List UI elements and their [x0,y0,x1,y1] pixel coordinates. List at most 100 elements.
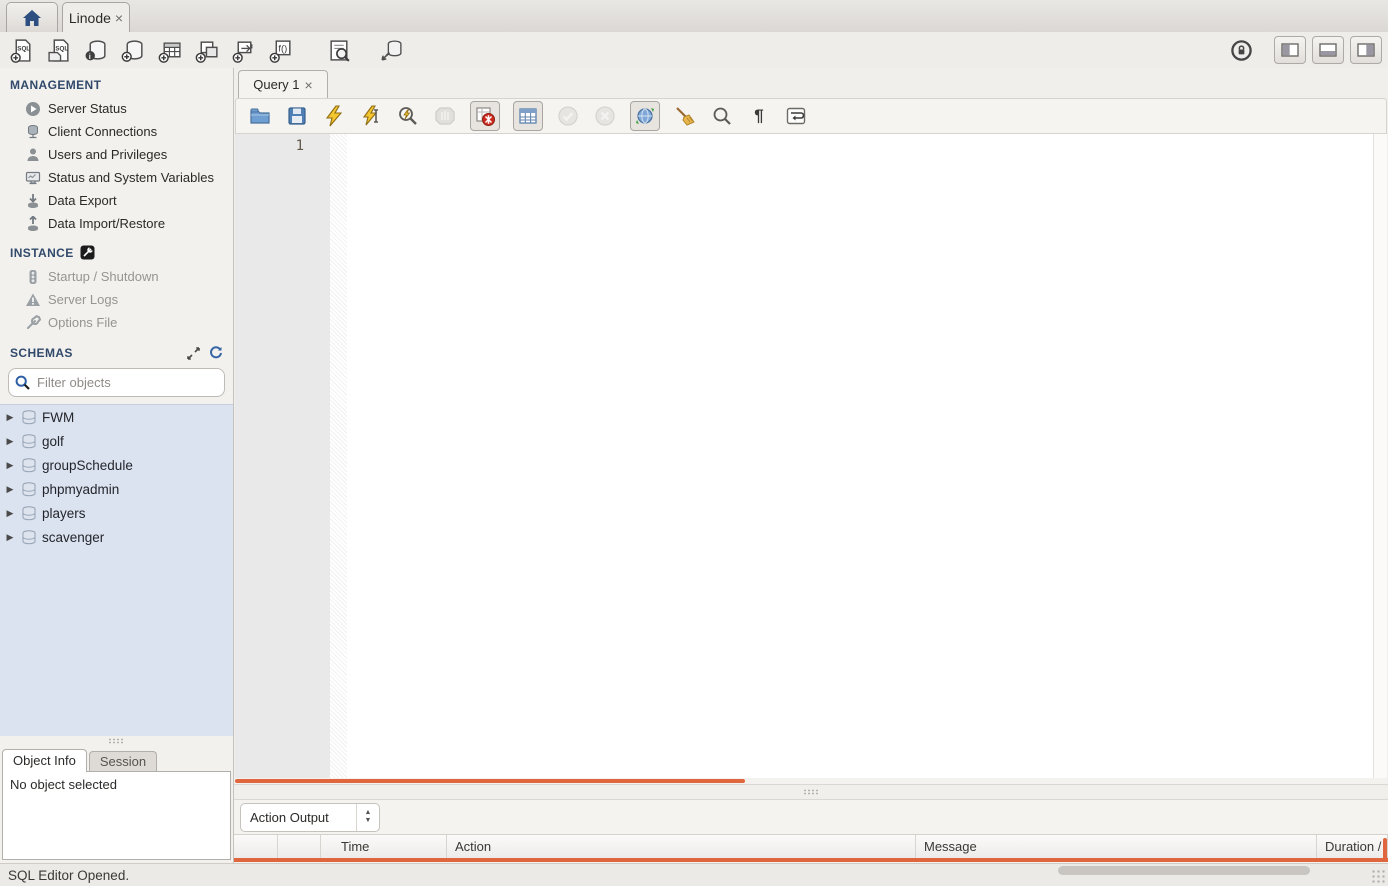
open-script-icon[interactable] [248,104,272,128]
sidebar-item-server-logs[interactable]: Server Logs [0,288,233,311]
bottom-scrollbar-thumb[interactable] [1058,866,1310,875]
home-icon [21,8,43,28]
sql-editor: 1 [235,134,1387,778]
save-script-icon[interactable] [285,104,309,128]
toggle-sidebar-button[interactable] [1274,36,1306,64]
sidebar-item-options-file[interactable]: Options File [0,311,233,334]
query-tab[interactable]: Query 1 × [238,70,328,98]
column-time[interactable]: Time [321,835,447,858]
output-hscroll-thumb[interactable] [234,858,1388,862]
schemas-section-header: SCHEMAS [10,346,73,360]
stop-execution-icon[interactable] [433,104,457,128]
new-sql-editor-icon[interactable]: SQL [9,37,35,63]
select-stepper-icon[interactable]: ▲ ▼ [356,804,379,831]
home-tab[interactable] [6,2,58,33]
user-icon [25,147,41,163]
column-index[interactable] [278,835,321,858]
sidebar-splitter-handle[interactable] [0,736,233,746]
server-status-icon [25,101,41,117]
sidebar-item-server-status[interactable]: Server Status [0,97,233,120]
schema-db-icon [21,458,37,473]
editor-horizontal-scrollbar[interactable] [235,778,1387,784]
column-duration-fetch[interactable]: Duration / Fetch [1317,835,1388,858]
tab-session[interactable]: Session [89,751,157,772]
beautify-script-icon[interactable] [673,104,697,128]
connection-tabbar: Linode × [0,0,1388,33]
execute-current-statement-icon[interactable] [359,104,383,128]
column-action[interactable]: Action [447,835,916,858]
find-icon[interactable] [710,104,734,128]
schema-row-players[interactable]: ▶ players [0,501,233,525]
commit-icon[interactable] [556,104,580,128]
tab-object-info[interactable]: Object Info [2,749,87,772]
schema-name: groupSchedule [42,458,133,473]
window-resize-grip[interactable] [1371,869,1385,883]
search-table-data-icon[interactable] [326,37,352,63]
create-function-icon[interactable]: f() [268,37,294,63]
expander-icon[interactable]: ▶ [4,436,16,447]
create-view-icon[interactable] [194,37,220,63]
refresh-schemas-icon[interactable] [209,346,223,360]
sidebar-item-status-system-variables[interactable]: Status and System Variables [0,166,233,189]
column-status-icon[interactable] [234,835,278,858]
schema-row-golf[interactable]: ▶ golf [0,429,233,453]
lock-status-icon[interactable] [1228,37,1254,63]
column-message[interactable]: Message [916,835,1317,858]
db-inspector-icon[interactable]: i [83,37,109,63]
close-query-tab-icon[interactable]: × [305,78,313,92]
toggle-stop-on-error-icon[interactable] [470,101,500,131]
open-sql-script-icon[interactable]: SQL [46,37,72,63]
sidebar-item-startup-shutdown[interactable]: Startup / Shutdown [0,265,233,288]
output-type-select[interactable]: Action Output ▲ ▼ [240,803,380,832]
instance-section-title: INSTANCE [10,246,74,260]
line-number-gutter: 1 [235,134,330,778]
limit-rows-icon[interactable] [513,101,543,131]
create-schema-icon[interactable] [120,37,146,63]
reconnect-dbms-icon[interactable] [378,37,404,63]
step-up-icon[interactable]: ▲ [365,809,372,817]
editor-hscroll-thumb[interactable] [235,779,745,783]
sidebar-item-data-import-restore[interactable]: Data Import/Restore [0,212,233,235]
sidebar-item-data-export[interactable]: Data Export [0,189,233,212]
toggle-output-area-button[interactable] [1312,36,1344,64]
toggle-word-wrap-icon[interactable] [784,104,808,128]
sidebar-item-label: Client Connections [48,124,157,139]
sql-editor-surface[interactable] [347,134,1374,778]
toggle-secondary-sidebar-button[interactable] [1350,36,1382,64]
rollback-icon[interactable] [593,104,617,128]
schema-row-groupschedule[interactable]: ▶ groupSchedule [0,453,233,477]
expander-icon[interactable]: ▶ [4,412,16,423]
create-table-icon[interactable] [157,37,183,63]
close-connection-tab-icon[interactable]: × [115,11,123,25]
expand-schemas-icon[interactable] [187,347,200,360]
step-down-icon[interactable]: ▼ [365,817,372,825]
schema-row-scavenger[interactable]: ▶ scavenger [0,525,233,549]
toggle-invisible-characters-icon[interactable]: ¶ [747,104,771,128]
toggle-autocommit-icon[interactable] [630,101,660,131]
schema-row-phpmyadmin[interactable]: ▶ phpmyadmin [0,477,233,501]
warning-triangle-icon [25,292,41,308]
expander-icon[interactable]: ▶ [4,484,16,495]
schema-name: phpmyadmin [42,482,119,497]
expander-icon[interactable]: ▶ [4,460,16,471]
expander-icon[interactable]: ▶ [4,508,16,519]
sidebar-item-users-and-privileges[interactable]: Users and Privileges [0,143,233,166]
status-text: SQL Editor Opened. [8,868,129,883]
schema-row-fwm[interactable]: ▶ FWM [0,405,233,429]
fn-doc-label: f() [278,43,287,53]
output-splitter-handle[interactable] [234,784,1388,800]
sql-doc-label: SQL [17,45,30,52]
expander-icon[interactable]: ▶ [4,532,16,543]
execute-statement-icon[interactable] [322,104,346,128]
explain-plan-icon[interactable] [396,104,420,128]
sidebar-item-label: Options File [48,315,117,330]
output-vscroll-thumb[interactable] [1383,838,1387,862]
schema-name: scavenger [42,530,104,545]
editor-vertical-scrollbar[interactable] [1373,134,1387,778]
schema-filter-input[interactable] [35,374,218,391]
svg-text:i: i [88,51,90,60]
connection-tab-linode[interactable]: Linode × [62,2,130,33]
instance-config-icon [80,245,95,260]
sidebar-item-client-connections[interactable]: Client Connections [0,120,233,143]
create-procedure-icon[interactable] [231,37,257,63]
